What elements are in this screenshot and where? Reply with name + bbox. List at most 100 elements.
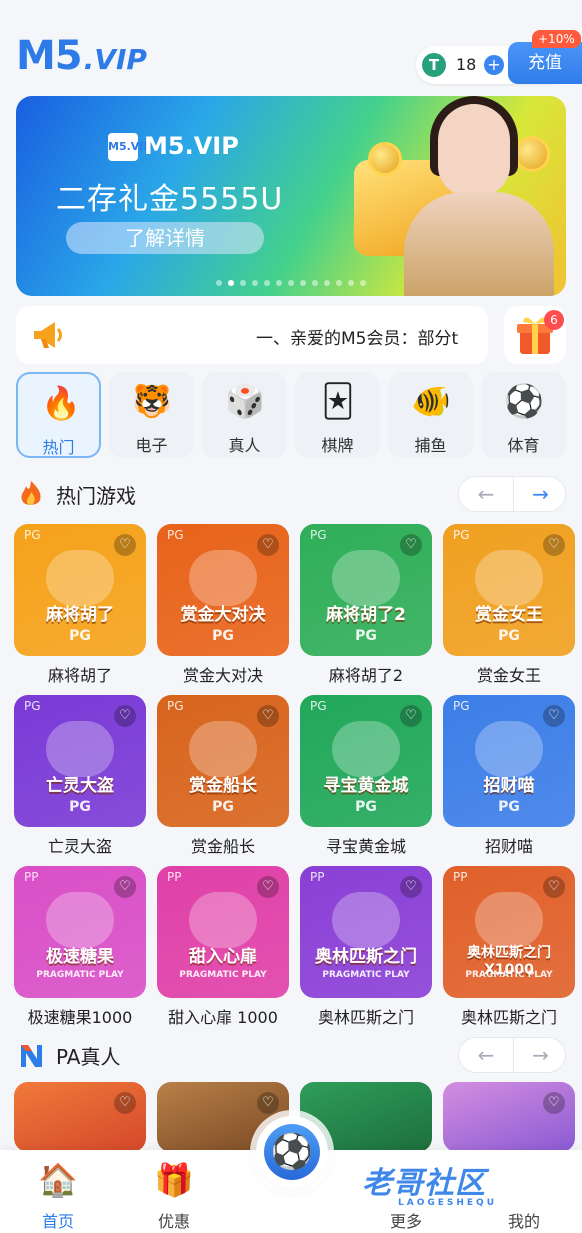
- category-label: 捕鱼: [414, 436, 447, 455]
- category-tab-live[interactable]: 🎲 真人: [202, 372, 287, 458]
- game-name[interactable]: 赏金船长: [148, 833, 298, 857]
- favorite-icon[interactable]: ♡: [543, 1092, 565, 1114]
- favorite-icon[interactable]: ♡: [400, 534, 422, 556]
- provider-tag: PP: [167, 870, 182, 884]
- carousel-dot[interactable]: [264, 280, 270, 286]
- favorite-icon[interactable]: ♡: [543, 705, 565, 727]
- nav-promotions[interactable]: 🎁 优惠: [134, 1158, 214, 1231]
- watermark-text: 老哥社区: [362, 1166, 486, 1201]
- banner-logo: M5.VIPM5.VIP: [108, 132, 239, 161]
- game-card[interactable]: PG ♡ 赏金大对决 PG: [157, 524, 289, 656]
- game-card[interactable]: PG ♡ 寻宝黄金城 PG: [300, 695, 432, 827]
- carousel-dot[interactable]: [276, 280, 282, 286]
- game-name[interactable]: 奥林匹斯之门: [434, 1004, 582, 1028]
- usdt-icon: T: [422, 53, 446, 77]
- game-card[interactable]: PG ♡ 麻将胡了2 PG: [300, 524, 432, 656]
- prev-arrow-icon[interactable]: ←: [459, 477, 513, 511]
- carousel-dot[interactable]: [324, 280, 330, 286]
- game-name[interactable]: 赏金女王: [434, 662, 582, 686]
- provider-tag: PP: [453, 870, 468, 884]
- sports-center-button[interactable]: ⚽: [256, 1116, 328, 1188]
- favorite-icon[interactable]: ♡: [114, 705, 136, 727]
- favorite-icon[interactable]: ♡: [543, 876, 565, 898]
- next-arrow-icon[interactable]: →: [513, 1038, 567, 1072]
- provider-tag: PG: [24, 699, 41, 713]
- game-name[interactable]: 极速糖果1000: [5, 1004, 155, 1028]
- tiger-icon: 🐯: [132, 382, 172, 420]
- category-tab-slots[interactable]: 🐯 电子: [109, 372, 194, 458]
- vendor-logo: PRAGMATIC PLAY: [36, 970, 124, 980]
- carousel-dot[interactable]: [312, 280, 318, 286]
- game-card[interactable]: PG ♡ 赏金船长 PG: [157, 695, 289, 827]
- favorite-icon[interactable]: ♡: [114, 1092, 136, 1114]
- fish-icon: 🐠: [411, 382, 451, 420]
- game-card[interactable]: PP ♡ 奥林匹斯之门 PRAGMATIC PLAY: [300, 866, 432, 998]
- favorite-icon[interactable]: ♡: [114, 534, 136, 556]
- game-card[interactable]: PG ♡ 麻将胡了 PG: [14, 524, 146, 656]
- game-card[interactable]: PP ♡ 奥林匹斯之门X1000 PRAGMATIC PLAY: [443, 866, 575, 998]
- announcement-bar[interactable]: 一、亲爱的M5会员：部分t: [16, 306, 488, 364]
- favorite-icon[interactable]: ♡: [400, 705, 422, 727]
- provider-tag: PG: [453, 699, 470, 713]
- favorite-icon[interactable]: ♡: [114, 876, 136, 898]
- game-card[interactable]: PG ♡ 亡灵大盗 PG: [14, 695, 146, 827]
- carousel-dot[interactable]: [240, 280, 246, 286]
- carousel-dot[interactable]: [300, 280, 306, 286]
- category-tab-fishing[interactable]: 🐠 捕鱼: [388, 372, 473, 458]
- game-name[interactable]: 麻将胡了: [5, 662, 155, 686]
- learn-more-button[interactable]: 了解详情: [66, 222, 264, 254]
- live-dealer-card[interactable]: ♡: [14, 1082, 146, 1152]
- m5-logo[interactable]: M5 .VIP: [16, 34, 147, 78]
- provider-tag: PG: [453, 528, 470, 542]
- carousel-dot[interactable]: [288, 280, 294, 286]
- favorite-icon[interactable]: ♡: [400, 876, 422, 898]
- category-tab-cards[interactable]: 🃏 棋牌: [295, 372, 380, 458]
- carousel-dot[interactable]: [360, 280, 366, 286]
- nav-label: 更多: [389, 1212, 422, 1231]
- favorite-icon[interactable]: ♡: [257, 1092, 279, 1114]
- recharge-button[interactable]: 充值: [508, 42, 582, 84]
- game-artwork: [189, 721, 257, 777]
- game-card[interactable]: PP ♡ 极速糖果 PRAGMATIC PLAY: [14, 866, 146, 998]
- game-name[interactable]: 招财喵: [434, 833, 582, 857]
- promo-banner[interactable]: M5.VIPM5.VIP 二存礼金5555U 了解详情: [16, 96, 566, 296]
- category-tab-hot[interactable]: 🔥 热门: [16, 372, 101, 458]
- live-dealer-card[interactable]: ♡: [443, 1082, 575, 1152]
- nav-home[interactable]: 🏠 首页: [18, 1158, 98, 1231]
- gift-button[interactable]: 6: [504, 306, 566, 364]
- game-card-title: 赏金大对决: [180, 605, 266, 625]
- gift-badge: 6: [544, 310, 564, 330]
- game-name[interactable]: 亡灵大盗: [5, 833, 155, 857]
- game-artwork: [475, 721, 543, 777]
- favorite-icon[interactable]: ♡: [257, 876, 279, 898]
- game-card[interactable]: PP ♡ 甜入心扉 PRAGMATIC PLAY: [157, 866, 289, 998]
- carousel-dot[interactable]: [216, 280, 222, 286]
- game-card[interactable]: PG ♡ 招财喵 PG: [443, 695, 575, 827]
- next-arrow-icon[interactable]: →: [513, 477, 567, 511]
- favorite-icon[interactable]: ♡: [257, 534, 279, 556]
- favorite-icon[interactable]: ♡: [257, 705, 279, 727]
- watermark-subtext: LAOGESHEQU: [398, 1198, 498, 1208]
- game-name[interactable]: 甜入心扉 1000: [148, 1004, 298, 1028]
- game-artwork: [475, 550, 543, 606]
- banner-logo-box: M5.VIP: [108, 133, 151, 161]
- carousel-dots[interactable]: [216, 280, 366, 286]
- game-card[interactable]: PG ♡ 赏金女王 PG: [443, 524, 575, 656]
- vendor-logo: PG: [355, 799, 377, 815]
- carousel-dot[interactable]: [252, 280, 258, 286]
- game-card-title: 奥林匹斯之门: [315, 947, 417, 967]
- category-tabs: 🔥 热门 🐯 电子 🎲 真人 🃏 棋牌 🐠 捕鱼 ⚽ 体育: [16, 372, 582, 458]
- plus-icon[interactable]: +: [484, 55, 504, 75]
- game-name[interactable]: 赏金大对决: [148, 662, 298, 686]
- game-name[interactable]: 奥林匹斯之门: [291, 1004, 441, 1028]
- favorite-icon[interactable]: ♡: [543, 534, 565, 556]
- carousel-dot[interactable]: [348, 280, 354, 286]
- carousel-dot[interactable]: [336, 280, 342, 286]
- carousel-dot[interactable]: [228, 280, 234, 286]
- category-tab-sports[interactable]: ⚽ 体育: [481, 372, 566, 458]
- game-name[interactable]: 麻将胡了2: [291, 662, 441, 686]
- prev-arrow-icon[interactable]: ←: [459, 1038, 513, 1072]
- provider-tag: PP: [24, 870, 39, 884]
- game-name[interactable]: 寻宝黄金城: [291, 833, 441, 857]
- vendor-logo: PG: [498, 628, 520, 644]
